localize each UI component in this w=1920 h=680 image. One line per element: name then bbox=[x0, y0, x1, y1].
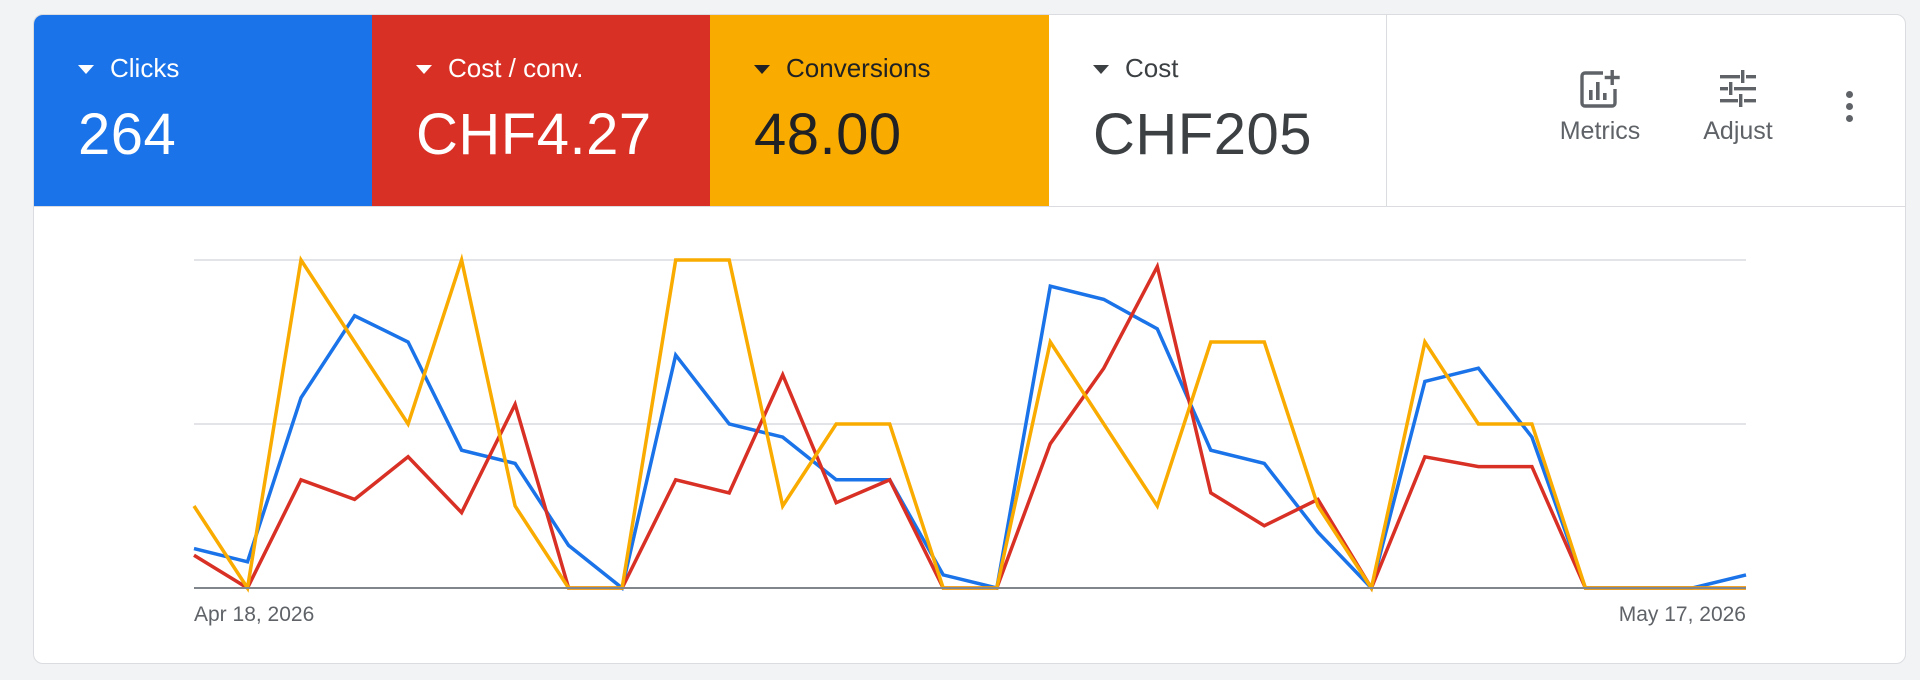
caret-down-icon bbox=[416, 65, 432, 74]
add-chart-icon bbox=[1580, 70, 1620, 108]
series-line-1 bbox=[193, 261, 1746, 592]
series-line-0 bbox=[193, 284, 1747, 592]
chart-grid bbox=[194, 259, 1746, 425]
metric-value: 48.00 bbox=[754, 102, 902, 167]
metric-value: CHF4.27 bbox=[416, 102, 652, 167]
x-axis-end-label: May 17, 2026 bbox=[1619, 603, 1746, 626]
metric-label: Cost / conv. bbox=[416, 53, 583, 84]
caret-down-icon bbox=[78, 65, 94, 74]
metric-tile-conversions[interactable]: Conversions 48.00 bbox=[710, 15, 1049, 206]
metric-label-text: Cost bbox=[1125, 53, 1179, 83]
x-axis-start-label: Apr 18, 2026 bbox=[194, 603, 314, 626]
metric-value: CHF205 bbox=[1093, 102, 1312, 167]
metrics-row: Clicks 264 Cost / conv. CHF4.27 Conversi… bbox=[34, 15, 1905, 207]
metric-label: Conversions bbox=[754, 53, 931, 84]
caret-down-icon bbox=[1093, 65, 1109, 74]
performance-line-chart: Apr 18, 2026 May 17, 2026 bbox=[192, 253, 1747, 626]
metric-value: 264 bbox=[78, 102, 177, 167]
metrics-button[interactable]: Metrics bbox=[1535, 69, 1665, 146]
chart-actions: Metrics Adjust bbox=[1387, 15, 1905, 206]
performance-card: Clicks 264 Cost / conv. CHF4.27 Conversi… bbox=[33, 14, 1906, 664]
metric-tile-clicks[interactable]: Clicks 264 bbox=[34, 15, 372, 206]
metric-label-text: Cost / conv. bbox=[448, 53, 584, 83]
metric-label: Clicks bbox=[78, 53, 179, 84]
metric-tile-cost-per-conv[interactable]: Cost / conv. CHF4.27 bbox=[372, 15, 710, 206]
metric-label-text: Clicks bbox=[110, 53, 180, 83]
more-vert-icon bbox=[1839, 91, 1859, 122]
metrics-button-label: Metrics bbox=[1559, 117, 1641, 145]
caret-down-icon bbox=[754, 65, 770, 74]
adjust-button[interactable]: Adjust bbox=[1673, 69, 1803, 146]
metric-label: Cost bbox=[1093, 53, 1178, 84]
metric-tile-cost[interactable]: Cost CHF205 bbox=[1049, 15, 1387, 206]
adjust-button-label: Adjust bbox=[1703, 117, 1773, 145]
more-options-button[interactable] bbox=[1839, 91, 1859, 131]
metric-label-text: Conversions bbox=[786, 53, 931, 83]
tune-icon bbox=[1720, 70, 1756, 107]
